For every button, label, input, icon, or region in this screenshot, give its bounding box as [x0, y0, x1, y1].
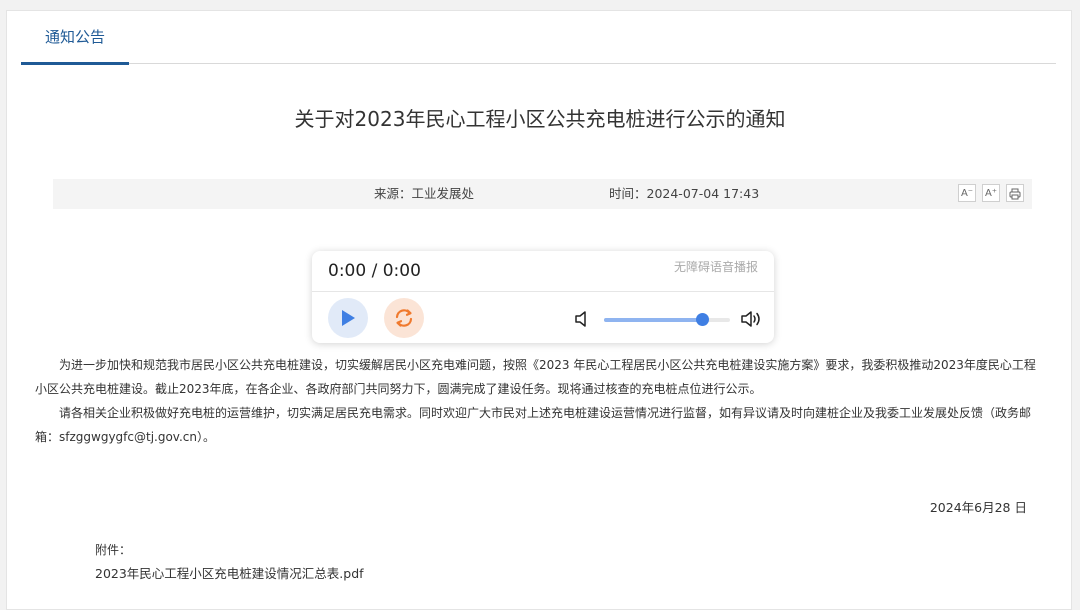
article-paragraph: 请各相关企业积极做好充电桩的运营维护，切实满足居民充电需求。同时欢迎广大市民对上… [35, 406, 1032, 444]
article-time: 时间：2024-07-04 17:43 [609, 186, 760, 201]
player-timecode: 0:00 / 0:00 [328, 261, 421, 281]
article-tools: A⁻ A⁺ [958, 184, 1024, 202]
content-panel: 通知公告 关于对2023年民心工程小区公共充电桩进行公示的通知 来源：工业发展处… [6, 10, 1072, 610]
article-date: 2024年6月28 日 [929, 500, 1027, 515]
volume-slider-fill [604, 318, 703, 322]
print-button[interactable] [1006, 184, 1024, 202]
volume-slider-handle[interactable] [696, 313, 710, 326]
volume-high-icon[interactable] [740, 309, 764, 333]
article-body: 为进一步加快和规范我市居民小区公共充电桩建设，切实缓解居民小区充电难问题，按照《… [35, 353, 1043, 449]
loop-button[interactable] [384, 298, 424, 338]
print-icon [1009, 188, 1021, 200]
decrease-font-button[interactable]: A⁻ [958, 184, 976, 202]
volume-slider[interactable] [604, 313, 730, 326]
article-title: 关于对2023年民心工程小区公共充电桩进行公示的通知 [294, 107, 786, 131]
article-paragraph: 为进一步加快和规范我市居民小区公共充电桩建设，切实缓解居民小区充电难问题，按照《… [35, 358, 1036, 396]
audio-player: 0:00 / 0:00 无障碍语音播报 [312, 251, 774, 343]
attachment-label: 附件： [95, 543, 132, 557]
increase-font-button[interactable]: A⁺ [982, 184, 1000, 202]
play-button[interactable] [328, 298, 368, 338]
play-icon [342, 310, 355, 326]
tab-notices-label: 通知公告 [44, 28, 105, 46]
accessibility-audio-label: 无障碍语音播报 [673, 260, 758, 274]
tab-active-indicator [21, 62, 129, 65]
volume-low-icon[interactable] [574, 309, 590, 333]
article-source: 来源：工业发展处 [374, 186, 475, 201]
player-divider [312, 291, 774, 292]
tab-bar: 通知公告 [21, 11, 1056, 65]
attachment-link[interactable]: 2023年民心工程小区充电桩建设情况汇总表.pdf [95, 563, 364, 582]
article-meta-bar: 来源：工业发展处 时间：2024-07-04 17:43 A⁻ A⁺ [53, 179, 1032, 209]
loop-icon [395, 309, 413, 327]
tab-notices[interactable]: 通知公告 [21, 11, 129, 65]
